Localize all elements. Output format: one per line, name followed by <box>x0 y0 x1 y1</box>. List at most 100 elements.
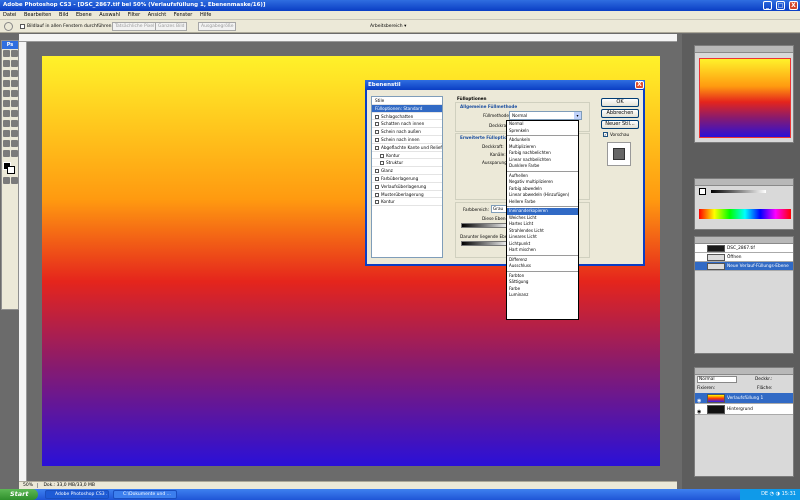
close-button[interactable]: X <box>789 1 798 10</box>
hand-tool-icon[interactable] <box>3 150 10 157</box>
blend-mode-option[interactable]: Sprenkeln <box>507 128 578 135</box>
style-checkbox[interactable] <box>375 130 379 135</box>
workspace-menu[interactable]: Arbeitsbereich ▾ <box>370 24 406 29</box>
navigator-thumbnail[interactable] <box>699 58 791 138</box>
style-item[interactable]: Schlagschatten <box>372 113 442 121</box>
blend-mode-option[interactable]: Dunklere Farbe <box>507 163 578 170</box>
background-color[interactable] <box>7 166 15 174</box>
this-layer-slider[interactable] <box>461 223 511 228</box>
dialog-title-bar[interactable]: Ebenenstil X <box>365 80 645 90</box>
history-item[interactable]: DSC_2867.tif <box>695 244 793 253</box>
zoom-level[interactable]: 50% <box>19 483 39 488</box>
gradient-tool-icon[interactable] <box>11 100 18 107</box>
lasso-tool-icon[interactable] <box>3 60 10 67</box>
history-brush-tool-icon[interactable] <box>11 90 18 97</box>
style-checkbox[interactable] <box>375 145 379 150</box>
layers-tab[interactable] <box>695 368 793 375</box>
style-checkbox[interactable] <box>380 161 384 166</box>
crop-tool-icon[interactable] <box>3 70 10 77</box>
magic-wand-tool-icon[interactable] <box>11 60 18 67</box>
screen-mode-icon[interactable] <box>11 177 18 184</box>
color-swatch-fg[interactable] <box>699 188 706 195</box>
eyedropper-tool-icon[interactable] <box>11 140 18 147</box>
style-item[interactable]: Farbüberlagerung <box>372 175 442 183</box>
history-tab[interactable] <box>695 237 793 244</box>
style-item[interactable]: Stile <box>372 97 442 105</box>
layer-row[interactable]: ◉ Hintergrund <box>695 404 793 415</box>
menu-bild[interactable]: Bild <box>56 12 71 18</box>
color-tab[interactable] <box>695 179 793 186</box>
quick-mask-icon[interactable] <box>3 177 10 184</box>
style-checkbox[interactable] <box>375 184 379 189</box>
maximize-button[interactable]: □ <box>776 1 785 10</box>
brush-tool-icon[interactable] <box>11 80 18 87</box>
fit-screen-button[interactable]: Ganzes Bild <box>155 22 188 31</box>
hand-tool-icon[interactable] <box>4 22 13 31</box>
blend-mode-select[interactable]: Normal <box>697 376 737 383</box>
actual-pixels-button[interactable]: Tatsächliche Pixel <box>112 22 158 31</box>
eye-icon[interactable]: ◉ <box>697 407 701 418</box>
shape-tool-icon[interactable] <box>11 130 18 137</box>
style-item[interactable]: Musterüberlagerung <box>372 191 442 199</box>
new-style-button[interactable]: Neuer Stil... <box>601 120 639 129</box>
cancel-button[interactable]: Abbrechen <box>601 109 639 118</box>
style-item[interactable]: Schatten nach innen <box>372 120 442 129</box>
task-photoshop[interactable]: Adobe Photoshop CS3 ... <box>45 490 109 499</box>
start-button[interactable]: Start <box>0 489 38 500</box>
style-item[interactable]: Kontur <box>372 198 442 207</box>
menu-auswahl[interactable]: Auswahl <box>96 12 123 18</box>
history-item[interactable]: Neue Verlauf-Füllungs-Ebene <box>695 262 793 271</box>
style-item[interactable]: Verlaufsüberlagerung <box>372 183 442 191</box>
task-explorer[interactable]: C:\Dokumente und ... <box>113 490 177 499</box>
style-item[interactable]: Abgeflachte Kante und Relief <box>372 144 442 152</box>
menu-bearbeiten[interactable]: Bearbeiten <box>21 12 54 18</box>
zoom-tool-icon[interactable] <box>11 150 18 157</box>
print-size-button[interactable]: Ausgabegröße <box>198 22 237 31</box>
chevron-down-icon[interactable]: ▾ <box>574 112 581 119</box>
pen-tool-icon[interactable] <box>3 120 10 127</box>
scroll-all-checkbox[interactable] <box>20 24 25 29</box>
navigator-tab[interactable] <box>695 46 793 53</box>
ok-button[interactable]: OK <box>601 98 639 107</box>
slice-tool-icon[interactable] <box>11 70 18 77</box>
style-checkbox[interactable] <box>375 176 379 181</box>
dodge-tool-icon[interactable] <box>11 110 18 117</box>
menu-datei[interactable]: Datei <box>0 12 19 18</box>
stamp-tool-icon[interactable] <box>3 90 10 97</box>
blend-mode-option[interactable]: Hart mischen <box>507 247 578 254</box>
blend-mode-option[interactable]: Linear abwedeln (Hinzufügen) <box>507 192 578 199</box>
style-checkbox[interactable] <box>375 192 379 197</box>
style-checkbox[interactable] <box>375 114 379 119</box>
style-item[interactable]: Schein nach außen <box>372 128 442 136</box>
fill-mode-select[interactable]: Normal ▾ <box>509 111 582 120</box>
menu-fenster[interactable]: Fenster <box>171 12 196 18</box>
history-item[interactable]: Öffnen <box>695 253 793 262</box>
preview-checkbox[interactable]: ✓ <box>603 132 608 137</box>
eraser-tool-icon[interactable] <box>3 100 10 107</box>
minimize-button[interactable]: _ <box>763 1 772 10</box>
blur-tool-icon[interactable] <box>3 110 10 117</box>
underlying-layer-slider[interactable] <box>461 241 511 246</box>
type-tool-icon[interactable] <box>11 120 18 127</box>
style-checkbox[interactable] <box>375 200 379 205</box>
menu-filter[interactable]: Filter <box>125 12 143 18</box>
blend-mode-option[interactable]: Hellere Farbe <box>507 199 578 206</box>
marquee-tool-icon[interactable] <box>11 50 18 57</box>
notes-tool-icon[interactable] <box>3 140 10 147</box>
style-item[interactable]: Schein nach innen <box>372 136 442 144</box>
blend-mode-option[interactable]: Ausschluss <box>507 263 578 270</box>
path-selection-tool-icon[interactable] <box>3 130 10 137</box>
style-item[interactable]: Fülloptionen: Standard <box>372 104 442 113</box>
healing-tool-icon[interactable] <box>3 80 10 87</box>
style-item[interactable]: Glanz <box>372 167 442 175</box>
style-checkbox[interactable] <box>375 137 379 142</box>
style-checkbox[interactable] <box>380 153 384 158</box>
menu-ebene[interactable]: Ebene <box>73 12 95 18</box>
move-tool-icon[interactable] <box>3 50 10 57</box>
blend-mode-option[interactable]: Luminanz <box>507 292 578 299</box>
menu-hilfe[interactable]: Hilfe <box>197 12 214 18</box>
color-swatches[interactable] <box>2 162 18 176</box>
dialog-close-button[interactable]: X <box>635 81 644 89</box>
style-checkbox[interactable] <box>375 122 379 127</box>
style-checkbox[interactable] <box>375 169 379 174</box>
